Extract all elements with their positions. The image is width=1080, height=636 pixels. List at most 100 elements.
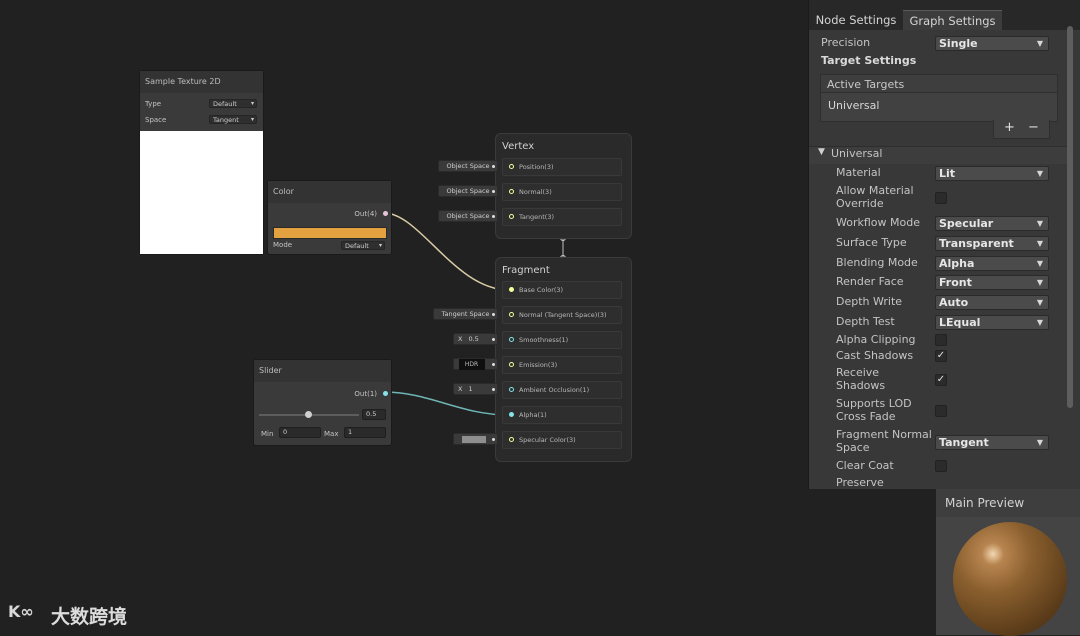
chevron-down-icon: ▼ <box>1036 39 1043 48</box>
fragment-port-normal[interactable]: Normal (Tangent Space)(3) <box>502 306 622 324</box>
blending-mode-label: Blending Mode <box>836 256 918 269</box>
emission-input[interactable]: HDR <box>453 358 498 370</box>
supports-lod-cross-fade-checkbox[interactable] <box>935 405 947 417</box>
port-label: Normal (Tangent Space)(3) <box>519 311 607 319</box>
target-settings-heading: Target Settings <box>821 54 917 67</box>
fragment-normal-space-dropdown[interactable]: Tangent ▼ <box>935 435 1049 450</box>
slider-handle[interactable] <box>305 411 312 418</box>
sample-texture-2d-node[interactable]: Sample Texture 2D Type Default ▾ Space Ta… <box>139 70 264 255</box>
chevron-down-icon: ▾ <box>250 116 254 123</box>
blending-mode-dropdown[interactable]: Alpha ▼ <box>935 256 1049 271</box>
port-dot[interactable] <box>509 412 514 417</box>
cast-shadows-checkbox[interactable]: ✓ <box>935 350 947 362</box>
fragment-block[interactable]: Fragment Base Color(3) Normal (Tangent S… <box>495 257 632 462</box>
render-face-label: Render Face <box>836 275 904 288</box>
chevron-down-icon: ▼ <box>1036 298 1043 307</box>
min-field[interactable]: 0 <box>279 427 321 438</box>
receive-shadows-checkbox[interactable]: ✓ <box>935 374 947 386</box>
port-label: Smoothness(1) <box>519 336 569 344</box>
type-label: Type <box>145 100 162 108</box>
surface-type-dropdown[interactable]: Transparent ▼ <box>935 236 1049 251</box>
precision-dropdown[interactable]: Single ▼ <box>935 36 1049 51</box>
supports-lod-cross-fade-label: Supports LOD Cross Fade <box>836 397 912 423</box>
alpha-clipping-checkbox[interactable] <box>935 334 947 346</box>
fragment-port-specular[interactable]: Specular Color(3) <box>502 431 622 449</box>
mode-dropdown[interactable]: Default ▾ <box>341 241 385 250</box>
chevron-down-icon: ▼ <box>1036 219 1043 228</box>
wire-layer <box>383 212 566 416</box>
out-port[interactable] <box>383 211 388 216</box>
color-node[interactable]: Color Out(4) Mode Default ▾ <box>267 180 392 255</box>
out-port[interactable] <box>383 391 388 396</box>
port-dot[interactable] <box>509 287 514 292</box>
port-dot[interactable] <box>509 164 514 169</box>
object-space-input[interactable]: Object Space <box>438 185 498 197</box>
fragment-port-smoothness[interactable]: Smoothness(1) <box>502 331 622 349</box>
checkmark-icon: ✓ <box>936 350 946 361</box>
port-dot[interactable] <box>509 387 514 392</box>
chevron-down-icon: ▼ <box>1036 259 1043 268</box>
fragment-port-alpha[interactable]: Alpha(1) <box>502 406 622 424</box>
port-label: Emission(3) <box>519 361 558 369</box>
remove-button[interactable]: − <box>1028 120 1039 135</box>
port-dot[interactable] <box>509 312 514 317</box>
chevron-down-icon[interactable]: ▼ <box>818 147 825 157</box>
port-dot[interactable] <box>509 437 514 442</box>
depth-test-dropdown[interactable]: LEqual ▼ <box>935 315 1049 330</box>
material-label: Material <box>836 166 881 179</box>
tab-node-settings[interactable]: Node Settings <box>809 10 903 30</box>
alpha-clipping-label: Alpha Clipping <box>836 333 916 346</box>
workflow-mode-dropdown[interactable]: Specular ▼ <box>935 216 1049 231</box>
add-button[interactable]: + <box>1004 120 1015 135</box>
chevron-down-icon: ▾ <box>250 100 254 107</box>
vertex-block[interactable]: Vertex Position(3) Normal(3) Tangent(3) <box>495 133 632 239</box>
out-port-label: Out(1) <box>354 390 377 398</box>
slider-value-field[interactable]: 0.5 <box>362 409 386 420</box>
max-field[interactable]: 1 <box>344 427 386 438</box>
vertex-port-position[interactable]: Position(3) <box>502 158 622 176</box>
texture-preview <box>140 131 263 254</box>
target-item-universal[interactable]: Universal <box>828 99 879 112</box>
cast-shadows-label: Cast Shadows <box>836 349 914 362</box>
main-preview-window[interactable]: Main Preview <box>936 489 1080 636</box>
specular-swatch[interactable] <box>462 436 486 443</box>
ambient-occlusion-input[interactable]: X1 <box>453 383 498 395</box>
port-label: Position(3) <box>519 163 554 171</box>
chevron-down-icon: ▾ <box>378 242 382 249</box>
port-dot[interactable] <box>509 362 514 367</box>
vertex-port-tangent[interactable]: Tangent(3) <box>502 208 622 226</box>
universal-section-header[interactable]: Universal <box>831 147 882 160</box>
object-space-input[interactable]: Object Space <box>438 210 498 222</box>
wire-slider-to-alpha[interactable] <box>383 391 510 416</box>
fragment-port-ambient-occlusion[interactable]: Ambient Occlusion(1) <box>502 381 622 399</box>
fragment-port-base-color[interactable]: Base Color(3) <box>502 281 622 299</box>
type-dropdown[interactable]: Default ▾ <box>209 99 257 108</box>
vertex-port-normal[interactable]: Normal(3) <box>502 183 622 201</box>
depth-write-dropdown[interactable]: Auto ▼ <box>935 295 1049 310</box>
port-label: Ambient Occlusion(1) <box>519 386 590 394</box>
space-dropdown[interactable]: Tangent ▾ <box>209 115 257 124</box>
fragment-port-emission[interactable]: Emission(3) <box>502 356 622 374</box>
port-dot[interactable] <box>509 189 514 194</box>
port-label: Normal(3) <box>519 188 552 196</box>
port-label: Base Color(3) <box>519 286 564 294</box>
port-dot[interactable] <box>509 337 514 342</box>
inspector-scrollbar[interactable] <box>1067 26 1073 408</box>
smoothness-input[interactable]: X 0.5 <box>453 333 498 345</box>
fragment-normal-space-label: Fragment Normal Space <box>836 428 932 454</box>
color-swatch[interactable] <box>273 227 387 239</box>
clear-coat-label: Clear Coat <box>836 459 894 472</box>
graph-inspector: Node Settings Graph Settings Precision S… <box>808 0 1080 489</box>
allow-material-override-checkbox[interactable] <box>935 192 947 204</box>
clear-coat-checkbox[interactable] <box>935 460 947 472</box>
port-dot[interactable] <box>509 214 514 219</box>
object-space-input[interactable]: Object Space <box>438 160 498 172</box>
chevron-down-icon: ▼ <box>1036 278 1043 287</box>
tab-graph-settings[interactable]: Graph Settings <box>903 10 1002 30</box>
material-dropdown[interactable]: Lit ▼ <box>935 166 1049 181</box>
tangent-space-input[interactable]: Tangent Space <box>433 308 498 320</box>
wire-color-to-basecolor[interactable] <box>383 212 510 291</box>
specular-color-input[interactable] <box>453 433 498 445</box>
render-face-dropdown[interactable]: Front ▼ <box>935 275 1049 290</box>
slider-node[interactable]: Slider Out(1) 0.5 Min 0 Max 1 <box>253 359 392 446</box>
